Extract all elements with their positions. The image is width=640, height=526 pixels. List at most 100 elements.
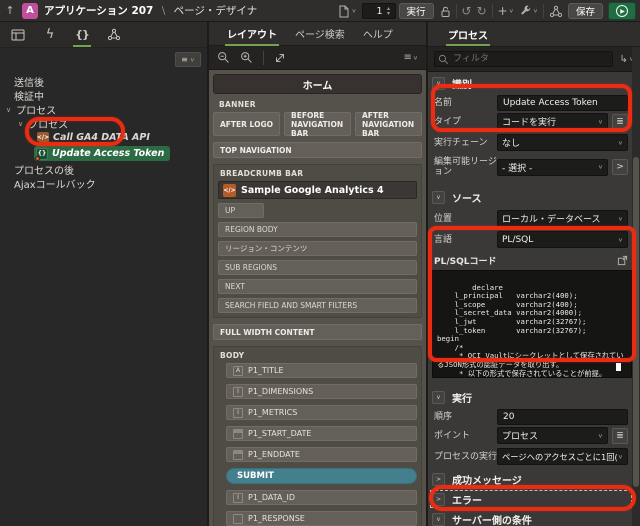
lightning-icon: ϟ bbox=[45, 27, 55, 42]
tree-item-validating[interactable]: 検証中 bbox=[14, 88, 44, 103]
tab-processing[interactable]: {} bbox=[70, 23, 94, 47]
expand-chevron-icon[interactable]: ∨ bbox=[6, 106, 11, 114]
shared-components-button[interactable] bbox=[549, 5, 563, 18]
property-editable-region: 編集可能リージョン - 選択 - ∨ > bbox=[434, 155, 628, 179]
execution-chain-select[interactable]: なし ∨ bbox=[497, 134, 628, 151]
position-region-content[interactable]: リージョン・コンテンツ bbox=[218, 241, 417, 256]
right-tab-strip: プロセス bbox=[428, 22, 640, 47]
collapse-button[interactable]: ∨ bbox=[432, 190, 445, 204]
hamburger-icon: ≡ bbox=[181, 55, 188, 64]
item-p1-data-id[interactable]: I P1_DATA_ID bbox=[226, 490, 417, 505]
filter-input[interactable] bbox=[434, 51, 614, 67]
expand-button[interactable] bbox=[274, 52, 286, 64]
sequence-input[interactable] bbox=[497, 408, 628, 425]
tab-layout[interactable]: レイアウト bbox=[219, 22, 285, 46]
breadcrumb-app[interactable]: アプリケーション 207 bbox=[44, 5, 153, 17]
panel-splitter[interactable] bbox=[207, 22, 209, 526]
position-sub-regions[interactable]: SUB REGIONS bbox=[218, 260, 417, 275]
point-select[interactable]: プロセス ∨ bbox=[497, 427, 608, 444]
wrench-icon bbox=[521, 5, 531, 15]
textarea-icon bbox=[233, 513, 243, 524]
zoom-out-button[interactable] bbox=[217, 51, 230, 64]
create-menu-button[interactable]: + ∨ bbox=[498, 4, 514, 18]
item-p1-start-date[interactable]: P1_START_DATE bbox=[226, 426, 417, 441]
tab-shared-components[interactable] bbox=[102, 23, 126, 47]
collapse-button[interactable]: ∨ bbox=[432, 390, 445, 404]
collapse-button[interactable]: ∨ bbox=[432, 512, 445, 526]
position-region-body[interactable]: REGION BODY bbox=[218, 222, 417, 237]
region-sample-google-analytics-4[interactable]: </> Sample Google Analytics 4 bbox=[218, 181, 417, 199]
page-selector-button[interactable]: ∨ bbox=[338, 5, 357, 18]
header-bar: ↑ A アプリケーション 207 \ ページ・デザイナ ∨ ▴ ▾ 実行 bbox=[0, 0, 640, 22]
tree-item-after-processing[interactable]: プロセスの後 bbox=[14, 162, 74, 177]
go-icon: > bbox=[616, 162, 624, 172]
layout-menu-button[interactable]: ≡ ∨ bbox=[403, 52, 418, 63]
tab-process[interactable]: プロセス bbox=[440, 22, 496, 46]
item-p1-title[interactable]: A P1_TITLE bbox=[226, 363, 417, 378]
editable-region-select[interactable]: - 選択 - ∨ bbox=[497, 158, 608, 176]
save-button[interactable]: 保存 bbox=[567, 3, 603, 19]
button-submit[interactable]: SUBMIT bbox=[226, 468, 417, 484]
tree-item-update-access-token[interactable]: {} Update Access Token bbox=[34, 146, 171, 161]
property-point: ポイント プロセス ∨ ≣ bbox=[434, 427, 628, 444]
process-icon: {} bbox=[35, 147, 48, 161]
region-home[interactable]: ホーム bbox=[213, 74, 422, 94]
expand-chevron-icon[interactable]: ∨ bbox=[18, 120, 23, 128]
page-number-stepper[interactable]: ▴ ▾ bbox=[384, 4, 394, 18]
magnifier-minus-icon bbox=[218, 52, 229, 63]
tab-dynamic-actions[interactable]: ϟ bbox=[38, 23, 62, 47]
chevron-down-icon: ∨ bbox=[508, 7, 514, 15]
property-execution-chain: 実行チェーン なし ∨ bbox=[434, 134, 628, 151]
annotation-plsql-code bbox=[428, 226, 636, 362]
chevron-down-icon: ∨ bbox=[351, 7, 357, 15]
go-to-page-button[interactable]: 実行 bbox=[398, 3, 434, 19]
item-p1-dimensions[interactable]: I P1_DIMENSIONS bbox=[226, 384, 417, 399]
date-picker-icon bbox=[233, 428, 243, 439]
utilities-menu-button[interactable]: ∨ bbox=[519, 5, 538, 18]
position-full-width-content[interactable]: FULL WIDTH CONTENT bbox=[213, 324, 422, 340]
tree-item-ajax-callback[interactable]: Ajaxコールバック bbox=[14, 176, 96, 191]
tab-help[interactable]: ヘルプ bbox=[355, 22, 401, 46]
text-field-icon: I bbox=[233, 386, 243, 397]
run-process-select[interactable]: ページへのアクセスごとに1回(デフォルト)∨ bbox=[497, 448, 628, 465]
position-after-logo[interactable]: AFTER LOGO bbox=[213, 112, 280, 136]
item-p1-metrics[interactable]: I P1_METRICS bbox=[226, 405, 417, 420]
go-arrow-icon: ↳ bbox=[619, 53, 628, 65]
text-field-icon: I bbox=[233, 407, 243, 418]
position-search-field[interactable]: SEARCH FIELD AND SMART FILTERS bbox=[218, 298, 417, 313]
app-icon[interactable]: A bbox=[22, 2, 38, 19]
tab-rendering[interactable] bbox=[6, 23, 30, 47]
lock-icon bbox=[441, 6, 450, 17]
editable-region-go-button[interactable]: > bbox=[612, 159, 628, 175]
point-list-button[interactable]: ≣ bbox=[612, 427, 628, 444]
property-sequence: 順序 bbox=[434, 408, 628, 425]
left-tab-strip: ϟ {} bbox=[0, 22, 207, 48]
position-after-nav-bar[interactable]: AFTER NAVIGATION BAR bbox=[355, 111, 422, 138]
page-designer-window: ↑ A アプリケーション 207 \ ページ・デザイナ ∨ ▴ ▾ 実行 bbox=[0, 0, 640, 526]
tree-item-processes[interactable]: ∨ プロセス bbox=[6, 102, 56, 118]
layout-panel: レイアウト ページ検索 ヘルプ ≡ ∨ ホーム BANNER AFTER LOG… bbox=[209, 22, 426, 526]
save-and-run-button[interactable]: ▶ bbox=[608, 2, 636, 20]
tab-page-search[interactable]: ページ検索 bbox=[287, 22, 353, 46]
body-container: BODY A P1_TITLE I P1_DIMENSIONS I P1_METRIC… bbox=[213, 346, 422, 526]
position-breadcrumb-bar-label: BREADCRUMB BAR bbox=[220, 169, 304, 178]
position-next[interactable]: NEXT bbox=[218, 279, 417, 294]
tree-menu-button[interactable]: ≡ ∨ bbox=[175, 52, 201, 67]
redo-button[interactable]: ↻ bbox=[477, 4, 487, 18]
position-before-nav-bar[interactable]: BEFORE NAVIGATION BAR bbox=[284, 111, 351, 138]
document-icon bbox=[339, 5, 349, 17]
tree-item-after-submit[interactable]: 送信後 bbox=[14, 74, 44, 89]
position-up[interactable]: UP bbox=[218, 203, 264, 218]
zoom-in-button[interactable] bbox=[240, 51, 253, 64]
annotation-tree-selection bbox=[25, 117, 125, 146]
up-arrow-icon[interactable]: ↑ bbox=[0, 4, 20, 17]
lock-button[interactable] bbox=[439, 5, 451, 18]
position-top-navigation[interactable]: TOP NAVIGATION bbox=[213, 142, 422, 158]
item-p1-enddate[interactable]: P1_ENDDATE bbox=[226, 447, 417, 462]
expand-button[interactable]: > bbox=[432, 472, 445, 486]
step-down-icon[interactable]: ▾ bbox=[387, 11, 390, 17]
item-p1-response[interactable]: P1_RESPONSE bbox=[226, 511, 417, 526]
undo-button[interactable]: ↺ bbox=[462, 4, 472, 18]
location-select[interactable]: ローカル・データベース ∨ bbox=[497, 210, 628, 227]
date-picker-icon bbox=[233, 449, 243, 460]
